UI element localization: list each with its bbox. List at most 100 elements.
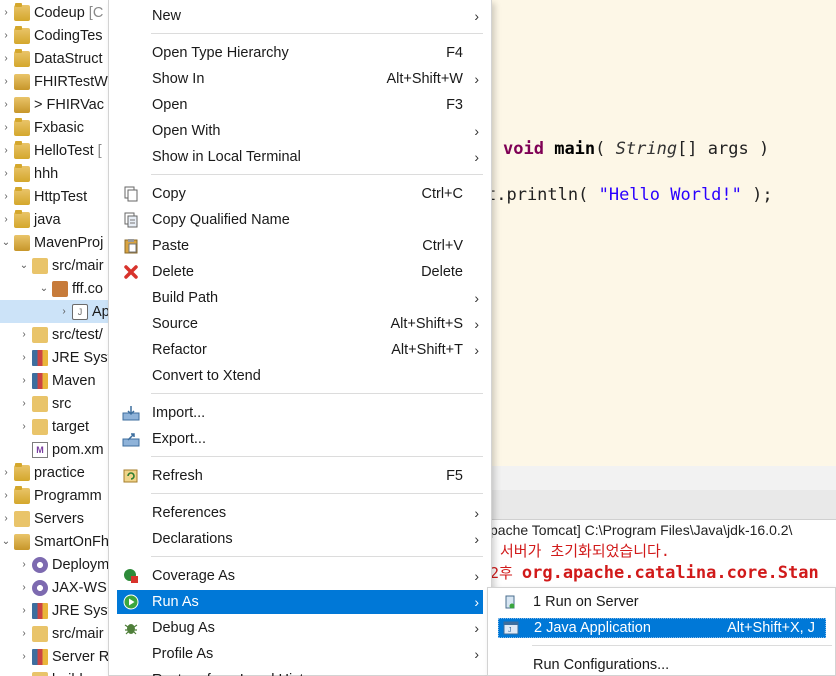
chevron-right-icon[interactable]: › [18, 421, 30, 432]
tree-item[interactable]: › Programm [0, 484, 102, 507]
chevron-right-icon[interactable]: › [18, 582, 30, 593]
chevron-right-icon[interactable]: › [0, 168, 12, 179]
tree-item-label: Servers [34, 510, 84, 527]
view-splitter[interactable] [492, 466, 836, 490]
chevron-right-icon[interactable]: › [0, 191, 12, 202]
menu-item-import[interactable]: Import... [117, 401, 483, 425]
tree-item[interactable]: ⌄ fff.co [0, 277, 103, 300]
submenu-arrow-icon: › [474, 71, 479, 87]
chevron-right-icon[interactable]: › [18, 628, 30, 639]
menu-item-copy-qualified-name[interactable]: Copy Qualified Name [117, 208, 483, 232]
menu-item-paste[interactable]: Paste Ctrl+V [117, 234, 483, 258]
tree-item[interactable]: › > FHIRVac [0, 93, 104, 116]
run-icon [121, 592, 141, 612]
tree-item[interactable]: › src/test/ [0, 323, 103, 346]
code-line-println: t.println( "Hello World!" ); [492, 185, 773, 205]
tree-item[interactable]: › DataStruct [0, 47, 103, 70]
menu-item-convert-to-xtend[interactable]: Convert to Xtend [117, 364, 483, 388]
tree-item[interactable]: › src [0, 392, 71, 415]
tree-item[interactable]: › java [0, 208, 61, 231]
tree-item-label: hhh [34, 165, 59, 182]
chevron-right-icon[interactable]: › [0, 214, 12, 225]
tree-item[interactable]: › Deploym [0, 553, 109, 576]
tree-item[interactable]: › CodingTes [0, 24, 103, 47]
folder-icon [32, 418, 48, 435]
chevron-down-icon[interactable]: ⌄ [0, 536, 12, 547]
menu-item-open-with[interactable]: Open With › [117, 119, 483, 143]
menu-item-show-in[interactable]: Show In Alt+Shift+W › [117, 67, 483, 91]
tree-item[interactable]: › practice [0, 461, 85, 484]
tree-item[interactable]: › Codeup [C [0, 1, 103, 24]
tree-item[interactable]: › JRE Syst [0, 599, 110, 622]
tree-item[interactable]: › src/mair [0, 622, 104, 645]
code-editor[interactable]: void main( String[] args ) t.println( "H… [492, 0, 836, 466]
menu-item-export[interactable]: Export... [117, 427, 483, 451]
menu-item-build-path[interactable]: Build Path › [117, 286, 483, 310]
console-toolbar [492, 490, 836, 520]
menu-item-refactor[interactable]: Refactor Alt+Shift+T › [117, 338, 483, 362]
tree-item[interactable]: › Maven [0, 369, 96, 392]
project-icon [14, 485, 30, 504]
chevron-right-icon[interactable]: › [18, 398, 30, 409]
chevron-right-icon[interactable]: › [18, 605, 30, 616]
submenu-item-run-configurations[interactable]: Run Configurations... [498, 655, 826, 675]
submenu-item-1-run-on-server[interactable]: 1 Run on Server [498, 592, 826, 612]
chevron-right-icon[interactable]: › [58, 306, 70, 317]
menu-item-run-as[interactable]: Run As › [117, 590, 483, 614]
chevron-right-icon[interactable]: › [18, 375, 30, 386]
tree-item-label: java [34, 211, 61, 228]
tree-item[interactable]: › Server R [0, 645, 109, 668]
menu-item-debug-as[interactable]: Debug As › [117, 616, 483, 640]
tree-item[interactable]: ⌄ MavenProj [0, 231, 103, 254]
menu-item-source[interactable]: Source Alt+Shift+S › [117, 312, 483, 336]
menu-item-label: Show in Local Terminal [152, 149, 301, 165]
submenu-item-2-java-application[interactable]: J 2 Java Application Alt+Shift+X, J [498, 618, 826, 638]
chevron-right-icon[interactable]: › [0, 53, 12, 64]
tree-item[interactable]: › hhh [0, 162, 58, 185]
tree-item[interactable]: › HttpTest [0, 185, 87, 208]
tree-item[interactable]: › J Ap [0, 300, 110, 323]
tree-item[interactable]: › HelloTest[ [0, 139, 102, 162]
menu-item-open[interactable]: Open F3 [117, 93, 483, 117]
menu-item-delete[interactable]: Delete Delete [117, 260, 483, 284]
menu-item-label: Delete [152, 264, 194, 280]
submenu-item-shortcut: Alt+Shift+X, J [727, 620, 815, 636]
chevron-down-icon[interactable]: ⌄ [18, 260, 30, 271]
menu-item-coverage-as[interactable]: Coverage As › [117, 564, 483, 588]
menu-item-profile-as[interactable]: Profile As › [117, 642, 483, 666]
tree-item[interactable]: › FHIRTestW [0, 70, 108, 93]
menu-item-declarations[interactable]: Declarations › [117, 527, 483, 551]
chevron-right-icon[interactable]: › [0, 7, 12, 18]
tree-item[interactable]: › target [0, 415, 89, 438]
chevron-right-icon[interactable]: › [0, 76, 12, 87]
chevron-right-icon[interactable]: › [0, 467, 12, 478]
code-call: t.println( [492, 185, 599, 205]
menu-item-references[interactable]: References › [117, 501, 483, 525]
chevron-right-icon[interactable]: › [0, 490, 12, 501]
menu-item-copy[interactable]: Copy Ctrl+C [117, 182, 483, 206]
tree-item[interactable]: Mpom.xm [0, 438, 104, 461]
tree-item[interactable]: ⌄ src/mair [0, 254, 104, 277]
tree-item[interactable]: › Servers [0, 507, 84, 530]
chevron-down-icon[interactable]: ⌄ [0, 237, 12, 248]
menu-item-new[interactable]: New › [117, 4, 483, 28]
menu-item-restore-from-local-history[interactable]: Restore from Local History... [117, 668, 483, 676]
tree-item[interactable]: ›build [0, 668, 83, 676]
chevron-right-icon[interactable]: › [0, 145, 12, 156]
menu-item-show-in-local-terminal[interactable]: Show in Local Terminal › [117, 145, 483, 169]
chevron-right-icon[interactable]: › [0, 30, 12, 41]
tree-item[interactable]: › Fxbasic [0, 116, 84, 139]
chevron-right-icon[interactable]: › [18, 651, 30, 662]
chevron-right-icon[interactable]: › [18, 329, 30, 340]
chevron-right-icon[interactable]: › [18, 559, 30, 570]
chevron-right-icon[interactable]: › [0, 513, 12, 524]
tree-item[interactable]: › JAX-WS [0, 576, 107, 599]
chevron-right-icon[interactable]: › [0, 122, 12, 133]
tree-item[interactable]: › JRE Syst [0, 346, 110, 369]
tree-item[interactable]: ⌄ SmartOnFh [0, 530, 109, 553]
chevron-right-icon[interactable]: › [18, 352, 30, 363]
chevron-down-icon[interactable]: ⌄ [38, 283, 50, 294]
chevron-right-icon[interactable]: › [0, 99, 12, 110]
menu-item-refresh[interactable]: Refresh F5 [117, 464, 483, 488]
menu-item-open-type-hierarchy[interactable]: Open Type Hierarchy F4 [117, 41, 483, 65]
